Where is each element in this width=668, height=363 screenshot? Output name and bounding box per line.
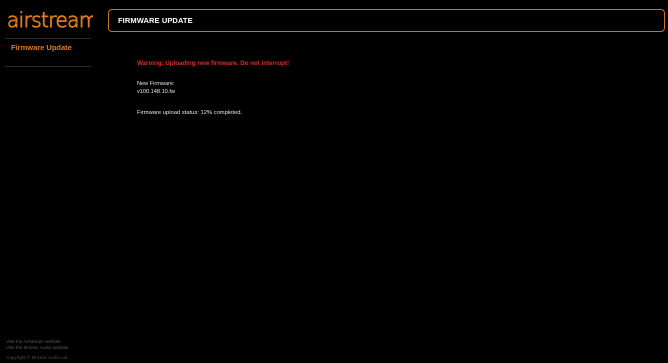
sidebar-divider bbox=[5, 38, 91, 39]
sidebar: airstream Firmware Update Visit the AirS… bbox=[0, 0, 97, 363]
new-firmware-label: New Firmware: bbox=[137, 81, 175, 87]
warning-message: Warning: Uploading new firmware. Do not … bbox=[137, 60, 290, 67]
new-firmware-version: v100.148.10.fw bbox=[137, 89, 175, 95]
sidebar-footer-links: Visit the AirStream website Visit the Mo… bbox=[6, 339, 68, 351]
sidebar-item-firmware-update[interactable]: Firmware Update bbox=[11, 43, 72, 52]
firmware-update-page: airstream Firmware Update Visit the AirS… bbox=[0, 0, 668, 363]
svg-text:airstream: airstream bbox=[7, 9, 93, 32]
page-title: FIRMWARE UPDATE bbox=[118, 16, 193, 25]
sidebar-divider bbox=[5, 66, 91, 67]
monitor-audio-website-link[interactable]: Visit the Monitor Audio website bbox=[6, 345, 68, 351]
airstream-logo[interactable]: airstream bbox=[7, 9, 93, 33]
copyright-text: Copyright © Monitor Audio Ltd. bbox=[6, 355, 69, 360]
upload-status-text: Firmware upload status: 12% completed. bbox=[137, 110, 243, 116]
page-header: FIRMWARE UPDATE bbox=[108, 9, 665, 32]
airstream-logo-graphic: airstream bbox=[7, 9, 93, 32]
main-content: Warning: Uploading new firmware. Do not … bbox=[137, 60, 637, 116]
